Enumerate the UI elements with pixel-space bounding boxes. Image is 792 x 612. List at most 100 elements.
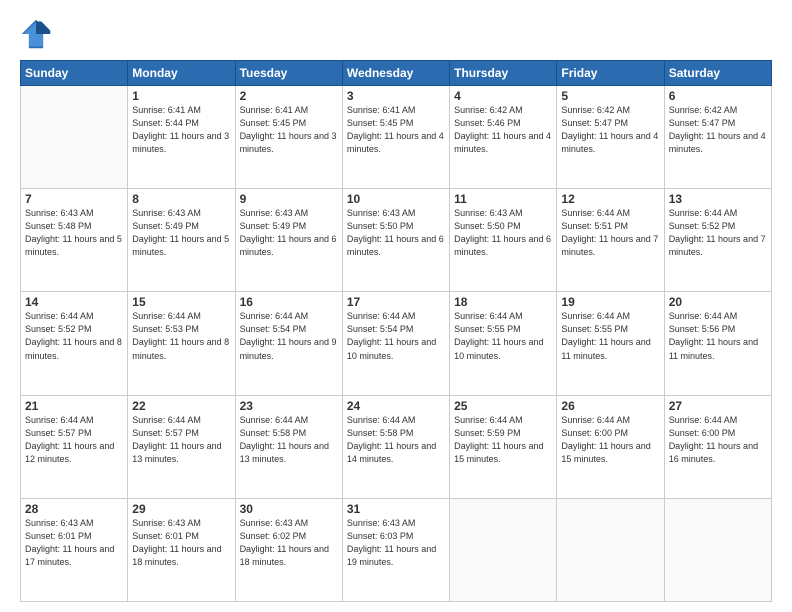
- sunrise: Sunrise: 6:44 AM: [25, 415, 94, 425]
- day-info: Sunrise: 6:43 AMSunset: 5:50 PMDaylight:…: [347, 207, 445, 259]
- daylight: Daylight: 11 hours and 11 minutes.: [669, 337, 758, 360]
- daylight: Daylight: 11 hours and 5 minutes.: [132, 234, 229, 257]
- day-number: 12: [561, 192, 659, 206]
- col-sunday: Sunday: [21, 61, 128, 86]
- sunset: Sunset: 5:56 PM: [669, 324, 736, 334]
- sunrise: Sunrise: 6:42 AM: [561, 105, 630, 115]
- sunrise: Sunrise: 6:44 AM: [454, 311, 523, 321]
- day-number: 22: [132, 399, 230, 413]
- day-info: Sunrise: 6:44 AMSunset: 5:53 PMDaylight:…: [132, 310, 230, 362]
- sunset: Sunset: 5:58 PM: [347, 428, 414, 438]
- table-row: 28Sunrise: 6:43 AMSunset: 6:01 PMDayligh…: [21, 498, 128, 601]
- sunset: Sunset: 5:53 PM: [132, 324, 199, 334]
- day-number: 13: [669, 192, 767, 206]
- day-info: Sunrise: 6:44 AMSunset: 5:57 PMDaylight:…: [25, 414, 123, 466]
- sunset: Sunset: 5:55 PM: [454, 324, 521, 334]
- table-row: 8Sunrise: 6:43 AMSunset: 5:49 PMDaylight…: [128, 189, 235, 292]
- daylight: Daylight: 11 hours and 11 minutes.: [561, 337, 650, 360]
- day-number: 2: [240, 89, 338, 103]
- daylight: Daylight: 11 hours and 17 minutes.: [25, 544, 114, 567]
- table-row: 18 Sunrise: 6:44 AM Sunset: 5:55 PM Dayligh…: [450, 292, 557, 395]
- sunrise: Sunrise: 6:44 AM: [240, 311, 309, 321]
- table-row: 4Sunrise: 6:42 AMSunset: 5:46 PMDaylight…: [450, 86, 557, 189]
- sunrise: Sunrise: 6:43 AM: [132, 518, 201, 528]
- day-info: Sunrise: 6:41 AMSunset: 5:45 PMDaylight:…: [347, 104, 445, 156]
- sunset: Sunset: 5:49 PM: [240, 221, 307, 231]
- sunrise: Sunrise: 6:44 AM: [669, 415, 738, 425]
- sunrise: Sunrise: 6:44 AM: [347, 415, 416, 425]
- day-number: 19: [561, 295, 659, 309]
- day-info: Sunrise: 6:44 AMSunset: 5:51 PMDaylight:…: [561, 207, 659, 259]
- col-friday: Friday: [557, 61, 664, 86]
- daylight: Daylight: 11 hours and 3 minutes.: [132, 131, 229, 154]
- sunset: Sunset: 5:50 PM: [347, 221, 414, 231]
- sunrise: Sunrise: 6:43 AM: [240, 208, 309, 218]
- table-row: 2Sunrise: 6:41 AMSunset: 5:45 PMDaylight…: [235, 86, 342, 189]
- day-number: 16: [240, 295, 338, 309]
- day-number: 10: [347, 192, 445, 206]
- day-number: 15: [132, 295, 230, 309]
- day-info: Sunrise: 6:44 AMSunset: 5:55 PMDaylight:…: [561, 310, 659, 362]
- daylight: Daylight: 11 hours and 10 minutes.: [454, 337, 543, 360]
- table-row: 16 Sunrise: 6:44 AM Sunset: 5:54 PM Dayligh…: [235, 292, 342, 395]
- sunset: Sunset: 5:57 PM: [132, 428, 199, 438]
- sunset: Sunset: 5:57 PM: [25, 428, 92, 438]
- day-number: 1: [132, 89, 230, 103]
- sunset: Sunset: 5:54 PM: [240, 324, 307, 334]
- day-info: Sunrise: 6:43 AMSunset: 6:01 PMDaylight:…: [25, 517, 123, 569]
- col-tuesday: Tuesday: [235, 61, 342, 86]
- day-info: Sunrise: 6:42 AMSunset: 5:47 PMDaylight:…: [669, 104, 767, 156]
- day-info: Sunrise: 6:44 AMSunset: 5:52 PMDaylight:…: [669, 207, 767, 259]
- daylight: Daylight: 11 hours and 4 minutes.: [669, 131, 766, 154]
- table-row: 24Sunrise: 6:44 AMSunset: 5:58 PMDayligh…: [342, 395, 449, 498]
- sunset: Sunset: 5:48 PM: [25, 221, 92, 231]
- table-row: 22Sunrise: 6:44 AMSunset: 5:57 PMDayligh…: [128, 395, 235, 498]
- day-info: Sunrise: 6:43 AMSunset: 6:01 PMDaylight:…: [132, 517, 230, 569]
- weekday-header-row: Sunday Monday Tuesday Wednesday Thursday…: [21, 61, 772, 86]
- table-row: 29Sunrise: 6:43 AMSunset: 6:01 PMDayligh…: [128, 498, 235, 601]
- day-number: 5: [561, 89, 659, 103]
- table-row: 3Sunrise: 6:41 AMSunset: 5:45 PMDaylight…: [342, 86, 449, 189]
- day-number: 6: [669, 89, 767, 103]
- day-number: 3: [347, 89, 445, 103]
- sunrise: Sunrise: 6:44 AM: [561, 208, 630, 218]
- day-info: Sunrise: 6:44 AMSunset: 5:59 PMDaylight:…: [454, 414, 552, 466]
- table-row: 14Sunrise: 6:44 AMSunset: 5:52 PMDayligh…: [21, 292, 128, 395]
- header: [20, 18, 772, 50]
- sunset: Sunset: 6:01 PM: [25, 531, 92, 541]
- day-info: Sunrise: 6:43 AMSunset: 5:50 PMDaylight:…: [454, 207, 552, 259]
- day-info: Sunrise: 6:44 AM Sunset: 5:55 PM Daylight:…: [454, 310, 552, 362]
- sunrise: Sunrise: 6:41 AM: [132, 105, 201, 115]
- daylight: Daylight: 11 hours and 3 minutes.: [240, 131, 337, 154]
- sunrise: Sunrise: 6:42 AM: [669, 105, 738, 115]
- sunset: Sunset: 5:54 PM: [347, 324, 414, 334]
- sunset: Sunset: 5:52 PM: [25, 324, 92, 334]
- day-info: Sunrise: 6:43 AMSunset: 5:49 PMDaylight:…: [240, 207, 338, 259]
- day-info: Sunrise: 6:43 AMSunset: 5:48 PMDaylight:…: [25, 207, 123, 259]
- day-number: 26: [561, 399, 659, 413]
- day-number: 20: [669, 295, 767, 309]
- col-saturday: Saturday: [664, 61, 771, 86]
- table-row: 5Sunrise: 6:42 AMSunset: 5:47 PMDaylight…: [557, 86, 664, 189]
- table-row: 20Sunrise: 6:44 AMSunset: 5:56 PMDayligh…: [664, 292, 771, 395]
- sunrise: Sunrise: 6:44 AM: [25, 311, 94, 321]
- logo-icon: [20, 18, 52, 50]
- table-row: 11Sunrise: 6:43 AMSunset: 5:50 PMDayligh…: [450, 189, 557, 292]
- sunset: Sunset: 5:45 PM: [240, 118, 307, 128]
- table-row: 31Sunrise: 6:43 AMSunset: 6:03 PMDayligh…: [342, 498, 449, 601]
- day-number: 21: [25, 399, 123, 413]
- day-number: 8: [132, 192, 230, 206]
- sunrise: Sunrise: 6:44 AM: [561, 311, 630, 321]
- day-number: 18: [454, 295, 552, 309]
- table-row: 26Sunrise: 6:44 AMSunset: 6:00 PMDayligh…: [557, 395, 664, 498]
- sunset: Sunset: 5:46 PM: [454, 118, 521, 128]
- daylight: Daylight: 11 hours and 14 minutes.: [347, 441, 436, 464]
- sunset: Sunset: 5:58 PM: [240, 428, 307, 438]
- day-info: Sunrise: 6:42 AMSunset: 5:46 PMDaylight:…: [454, 104, 552, 156]
- sunset: Sunset: 6:03 PM: [347, 531, 414, 541]
- day-number: 7: [25, 192, 123, 206]
- day-number: 4: [454, 89, 552, 103]
- sunrise: Sunrise: 6:44 AM: [132, 311, 201, 321]
- daylight: Daylight: 11 hours and 19 minutes.: [347, 544, 436, 567]
- daylight: Daylight: 11 hours and 9 minutes.: [240, 337, 337, 360]
